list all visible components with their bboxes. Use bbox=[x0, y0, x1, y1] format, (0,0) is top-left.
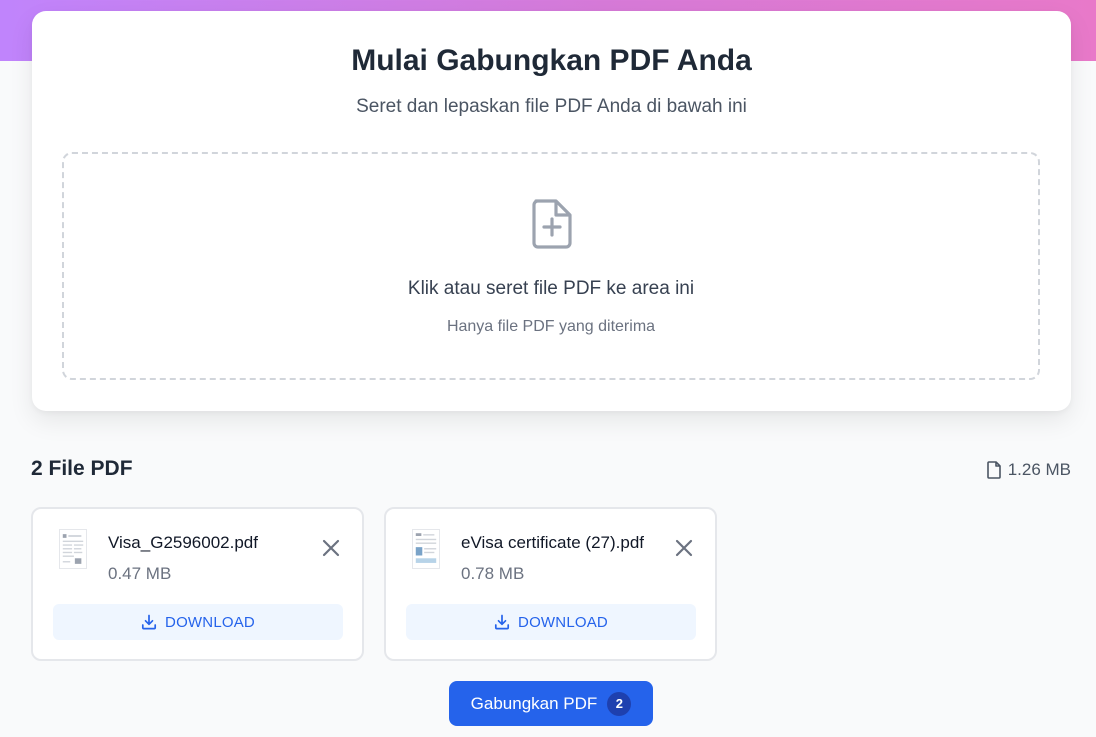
file-name: eVisa certificate (27).pdf bbox=[461, 533, 644, 552]
upload-subtitle: Seret dan lepaskan file PDF Anda di bawa… bbox=[356, 96, 747, 117]
file-count-badge: 2 bbox=[607, 691, 632, 716]
dropzone-instruction: Klik atau seret file PDF ke area ini bbox=[407, 278, 695, 299]
file-count-heading: 2 File PDF bbox=[31, 457, 133, 480]
file-card: eVisa certificate (27).pdf 0.78 MB DOWNL… bbox=[384, 507, 717, 661]
merge-label: Gabungkan PDF bbox=[470, 693, 598, 713]
pdf-thumbnail bbox=[412, 529, 440, 569]
upload-title: Mulai Gabungkan PDF Anda bbox=[351, 44, 752, 77]
pdf-dropzone[interactable]: Klik atau seret file PDF ke area ini Han… bbox=[62, 152, 1040, 380]
download-icon bbox=[141, 614, 157, 630]
download-button[interactable]: DOWNLOAD bbox=[53, 604, 343, 640]
download-icon bbox=[494, 614, 510, 630]
total-size-value: 1.26 MB bbox=[1007, 460, 1071, 479]
file-plus-icon bbox=[532, 199, 572, 249]
close-icon bbox=[322, 539, 340, 557]
total-size: 1.26 MB bbox=[986, 460, 1071, 480]
remove-file-button[interactable] bbox=[673, 537, 695, 559]
merge-pdf-button[interactable]: Gabungkan PDF 2 bbox=[449, 681, 653, 726]
download-button[interactable]: DOWNLOAD bbox=[406, 604, 696, 640]
pdf-thumbnail bbox=[59, 529, 87, 569]
file-card: Visa_G2596002.pdf 0.47 MB DOWNLOAD bbox=[31, 507, 364, 661]
file-name: Visa_G2596002.pdf bbox=[108, 533, 258, 552]
close-icon bbox=[675, 539, 693, 557]
file-icon bbox=[986, 461, 1001, 479]
download-label: DOWNLOAD bbox=[518, 613, 608, 631]
upload-card: Mulai Gabungkan PDF Anda Seret dan lepas… bbox=[32, 11, 1071, 411]
dropzone-hint: Hanya file PDF yang diterima bbox=[446, 318, 656, 335]
remove-file-button[interactable] bbox=[320, 537, 342, 559]
file-size: 0.78 MB bbox=[461, 564, 525, 583]
download-label: DOWNLOAD bbox=[165, 613, 255, 631]
file-size: 0.47 MB bbox=[108, 564, 172, 583]
